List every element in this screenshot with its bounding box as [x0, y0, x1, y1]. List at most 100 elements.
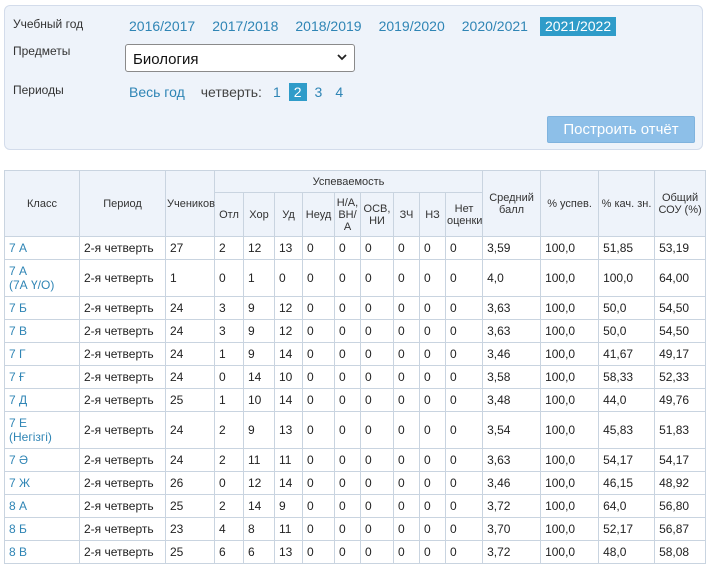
grade-count-cell: 12	[243, 471, 275, 495]
table-row: 8 А 2-я четверть 25 2 14 9 0 0 0 0 0 0 3,72 100,0 64,0…	[4, 494, 706, 518]
students-cell: 23	[165, 517, 215, 541]
build-report-button[interactable]: Построить отчёт	[547, 116, 695, 143]
avg-cell: 3,72	[482, 494, 542, 518]
sou-cell: 64,00	[654, 259, 706, 297]
grade-count-cell: 0	[274, 259, 303, 297]
avg-cell: 3,48	[482, 388, 542, 412]
grade-count-cell: 0	[419, 236, 446, 260]
performance-report-table: Класс Период Учеников Успеваемость Средн…	[4, 170, 706, 564]
grade-count-cell: 10	[274, 365, 303, 389]
quarter-option[interactable]: 3	[310, 83, 328, 101]
students-cell: 24	[165, 365, 215, 389]
period-cell: 2-я четверть	[79, 471, 166, 495]
whole-year-link[interactable]: Весь год	[129, 84, 185, 100]
table-row: 7 Г 2-я четверть 24 1 9 14 0 0 0 0 0 0 3,46 100,0 41,6…	[4, 342, 706, 366]
class-link[interactable]: 7 Ә	[9, 453, 28, 467]
grade-count-cell: 0	[302, 342, 335, 366]
col-header-zch: ЗЧ	[393, 192, 420, 237]
subject-select[interactable]: Биология	[125, 44, 355, 72]
grade-count-cell: 0	[334, 411, 361, 449]
grade-count-cell: 0	[334, 342, 361, 366]
avg-cell: 3,72	[482, 540, 542, 564]
grade-count-cell: 0	[419, 471, 446, 495]
class-link[interactable]: (7А Ү/О)	[9, 278, 54, 292]
grade-count-cell: 0	[334, 471, 361, 495]
col-header-class: Класс	[4, 170, 80, 237]
grade-count-cell: 0	[419, 259, 446, 297]
quarter-option[interactable]: 4	[330, 83, 348, 101]
success-cell: 100,0	[540, 236, 600, 260]
class-link[interactable]: 7 Г	[9, 347, 26, 361]
col-header-students: Учеников	[165, 170, 215, 237]
class-link[interactable]: 7 Ж	[9, 476, 30, 490]
quarter-option[interactable]: 1	[268, 83, 286, 101]
class-link[interactable]: 8 Б	[9, 522, 27, 536]
class-cell: 7 А	[4, 236, 80, 260]
year-option[interactable]: 2020/2021	[457, 17, 533, 36]
year-option[interactable]: 2018/2019	[290, 17, 366, 36]
grade-count-cell: 0	[360, 259, 394, 297]
grade-count-cell: 0	[214, 471, 244, 495]
grade-count-cell: 0	[302, 471, 335, 495]
class-link[interactable]: 8 А	[9, 499, 27, 513]
quality-cell: 41,67	[598, 342, 656, 366]
class-cell: 7 Ж	[4, 471, 80, 495]
col-header-exempt: ОСВ, НИ	[360, 192, 394, 237]
year-selector: 2016/2017 2017/2018 2018/2019 2019/2020 …	[124, 17, 623, 36]
grade-count-cell: 0	[334, 365, 361, 389]
sou-cell: 49,76	[654, 388, 706, 412]
students-cell: 1	[165, 259, 215, 297]
grade-count-cell: 0	[419, 411, 446, 449]
quality-cell: 50,0	[598, 296, 656, 320]
students-cell: 24	[165, 296, 215, 320]
success-cell: 100,0	[540, 517, 600, 541]
class-link[interactable]: 7 Д	[9, 393, 27, 407]
class-link[interactable]: 8 В	[9, 545, 27, 559]
class-link[interactable]: (Негізгі)	[9, 430, 52, 444]
table-row: 7 В 2-я четверть 24 3 9 12 0 0 0 0 0 0 3,63 100,0 50,0…	[4, 319, 706, 343]
avg-cell: 3,54	[482, 411, 542, 449]
sou-cell: 52,33	[654, 365, 706, 389]
class-cell: 8 В	[4, 540, 80, 564]
students-cell: 24	[165, 448, 215, 472]
grade-count-cell: 0	[444, 342, 484, 366]
sou-cell: 54,50	[654, 296, 706, 320]
year-option[interactable]: 2019/2020	[374, 17, 450, 36]
success-cell: 100,0	[540, 448, 600, 472]
grade-count-cell: 0	[444, 365, 484, 389]
grade-count-cell: 0	[419, 388, 446, 412]
quarter-option-selected[interactable]: 2	[288, 83, 307, 101]
grade-count-cell: 0	[302, 236, 335, 260]
class-link[interactable]: 7 В	[9, 324, 27, 338]
class-cell: 7 Е (Негізгі)	[4, 411, 80, 449]
class-link[interactable]: 7 Е	[9, 416, 27, 430]
class-link[interactable]: 7 А	[9, 264, 27, 278]
grade-count-cell: 3	[214, 319, 244, 343]
grade-count-cell: 9	[243, 342, 275, 366]
grade-count-cell: 0	[419, 319, 446, 343]
grade-count-cell: 10	[243, 388, 275, 412]
class-cell: 7 Ә	[4, 448, 80, 472]
year-option[interactable]: 2017/2018	[207, 17, 283, 36]
sou-cell: 48,92	[654, 471, 706, 495]
grade-count-cell: 14	[274, 471, 303, 495]
table-row: 7 А (7А Ү/О) 2-я четверть 1 0 1 0 0 0 0 0 0 0 4,0 100,…	[4, 259, 706, 297]
period-cell: 2-я четверть	[79, 494, 166, 518]
class-link[interactable]: 7 Б	[9, 301, 27, 315]
class-link[interactable]: 7 Ғ	[9, 370, 26, 384]
year-option-selected[interactable]: 2021/2022	[539, 17, 617, 36]
year-option[interactable]: 2016/2017	[124, 17, 200, 36]
grade-count-cell: 0	[444, 540, 484, 564]
success-cell: 100,0	[540, 411, 600, 449]
grade-count-cell: 0	[302, 365, 335, 389]
col-header-na: Н/А, ВН/А	[334, 192, 361, 237]
students-cell: 24	[165, 342, 215, 366]
sou-cell: 54,17	[654, 448, 706, 472]
grade-count-cell: 2	[214, 411, 244, 449]
grade-count-cell: 0	[302, 296, 335, 320]
grade-count-cell: 0	[302, 411, 335, 449]
class-link[interactable]: 7 А	[9, 241, 27, 255]
table-row: 7 Б 2-я четверть 24 3 9 12 0 0 0 0 0 0 3,63 100,0 50,0…	[4, 296, 706, 320]
students-cell: 25	[165, 540, 215, 564]
grade-count-cell: 9	[243, 319, 275, 343]
